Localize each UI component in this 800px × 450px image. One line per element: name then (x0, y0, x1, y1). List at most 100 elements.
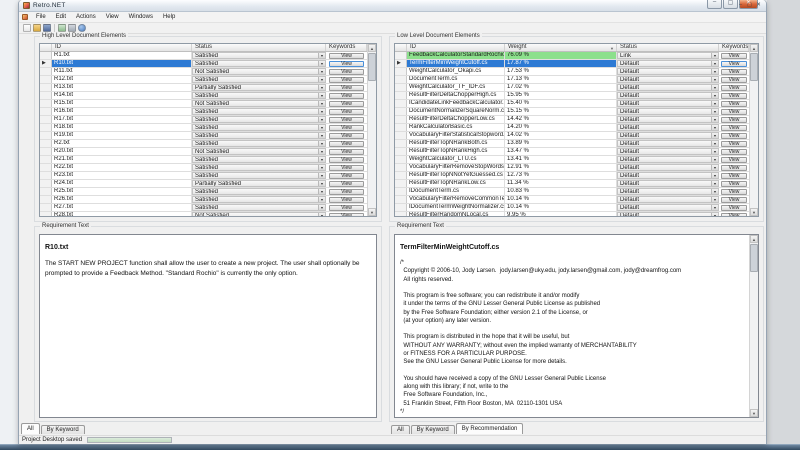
dropdown-arrow-icon[interactable]: ▼ (318, 101, 325, 106)
row-header[interactable]: ▶ (40, 76, 52, 83)
cell-weight[interactable]: 15.40 % (505, 100, 617, 107)
cell-weight[interactable]: 10.14 % (505, 204, 617, 211)
dropdown-arrow-icon[interactable]: ▼ (711, 197, 718, 202)
table-row[interactable]: ▶ IDocumentTermWeightNormalizer.cs 10.14… (395, 204, 749, 212)
row-header[interactable]: ▶ (395, 52, 407, 59)
view-keywords-button[interactable]: View (721, 53, 746, 59)
title-bar[interactable]: Retro.NET – ▢ ✕ (19, 0, 766, 12)
menu-item[interactable]: Actions (71, 12, 101, 22)
dropdown-arrow-icon[interactable]: ▼ (711, 165, 718, 170)
column-header-keywords[interactable]: Keywords (719, 44, 749, 51)
row-header[interactable]: ▶ (40, 60, 52, 67)
dropdown-arrow-icon[interactable]: ▼ (711, 173, 718, 178)
cell-weight[interactable]: 13.41 % (505, 156, 617, 163)
dropdown-arrow-icon[interactable]: ▼ (711, 53, 718, 58)
status-dropdown[interactable]: Default▼ (617, 188, 719, 195)
row-header[interactable]: ▶ (395, 132, 407, 139)
view-keywords-button[interactable]: View (721, 205, 746, 211)
view-keywords-button[interactable]: View (721, 141, 746, 147)
dropdown-arrow-icon[interactable]: ▼ (318, 133, 325, 138)
table-row[interactable]: ▶ R10.txt Satisfied▼ View (40, 60, 367, 68)
row-header[interactable]: ▶ (395, 100, 407, 107)
table-row[interactable]: ▶ VocabularyFilterRemoveCommonTermsDocFr… (395, 196, 749, 204)
cell-id[interactable]: R23.txt (52, 172, 192, 179)
table-row[interactable]: ▶ R22.txt Satisfied▼ View (40, 164, 367, 172)
table-row[interactable]: ▶ R11.txt Not Satisfied▼ View (40, 68, 367, 76)
row-header[interactable]: ▶ (395, 172, 407, 179)
row-header[interactable]: ▶ (40, 132, 52, 139)
scroll-down-icon[interactable]: ▼ (368, 208, 376, 216)
status-dropdown[interactable]: Satisfied▼ (192, 124, 326, 131)
status-dropdown[interactable]: Default▼ (617, 164, 719, 171)
cell-id[interactable]: R13.txt (52, 84, 192, 91)
status-dropdown[interactable]: Satisfied▼ (192, 164, 326, 171)
view-keywords-button[interactable]: View (721, 149, 746, 155)
row-header[interactable]: ▶ (40, 52, 52, 59)
cell-id[interactable]: IDocumentTermWeightNormalizer.cs (407, 204, 505, 211)
table-row[interactable]: ▶ R24.txt Partially Satisfied▼ View (40, 180, 367, 188)
status-dropdown[interactable]: Default▼ (617, 100, 719, 107)
cell-id[interactable]: R14.txt (52, 92, 192, 99)
status-dropdown[interactable]: Satisfied▼ (192, 132, 326, 139)
view-keywords-button[interactable]: View (329, 141, 363, 147)
dropdown-arrow-icon[interactable]: ▼ (318, 141, 325, 146)
dropdown-arrow-icon[interactable]: ▼ (318, 189, 325, 194)
status-dropdown[interactable]: Default▼ (617, 140, 719, 147)
cell-id[interactable]: ResultFilterDeltaChopperLow.cs (407, 116, 505, 123)
table-row[interactable]: ▶ ResultFilterTopNRankBoth.cs 13.89 % De… (395, 140, 749, 148)
minimize-button[interactable]: – (707, 0, 722, 9)
view-keywords-button[interactable]: View (721, 181, 746, 187)
dropdown-arrow-icon[interactable]: ▼ (318, 149, 325, 154)
view-keywords-button[interactable]: View (721, 165, 746, 171)
cell-weight[interactable]: 17.53 % (505, 68, 617, 75)
cell-weight[interactable]: 13.89 % (505, 140, 617, 147)
row-header[interactable]: ▶ (40, 100, 52, 107)
status-dropdown[interactable]: Default▼ (617, 76, 719, 83)
status-dropdown[interactable]: Default▼ (617, 180, 719, 187)
row-header[interactable]: ▶ (40, 116, 52, 123)
view-keywords-button[interactable]: View (329, 189, 363, 195)
status-dropdown[interactable]: Partially Satisfied▼ (192, 84, 326, 91)
status-dropdown[interactable]: Default▼ (617, 116, 719, 123)
view-keywords-button[interactable]: View (721, 61, 746, 67)
status-dropdown[interactable]: Default▼ (617, 148, 719, 155)
row-header[interactable]: ▶ (40, 124, 52, 131)
row-header[interactable]: ▶ (40, 148, 52, 155)
status-dropdown[interactable]: Default▼ (617, 84, 719, 91)
table-row[interactable]: ▶ R20.txt Not Satisfied▼ View (40, 148, 367, 156)
view-keywords-button[interactable]: View (329, 125, 363, 131)
cell-weight[interactable]: 14.20 % (505, 124, 617, 131)
row-header[interactable]: ▶ (395, 188, 407, 195)
row-header[interactable]: ▶ (395, 92, 407, 99)
table-row[interactable]: ▶ R26.txt Satisfied▼ View (40, 196, 367, 204)
scroll-up-icon[interactable]: ▲ (750, 235, 758, 243)
cell-id[interactable]: IDocumentTerm.cs (407, 188, 505, 195)
row-header[interactable]: ▶ (40, 108, 52, 115)
menu-item[interactable]: View (101, 12, 124, 22)
cell-id[interactable]: FeedbackCalculatorStandardRochio.cs (407, 52, 505, 59)
view-keywords-button[interactable]: View (721, 133, 746, 139)
table-row[interactable]: ▶ R14.txt Satisfied▼ View (40, 92, 367, 100)
row-header[interactable]: ▶ (40, 84, 52, 91)
cell-id[interactable]: R2.txt (52, 140, 192, 147)
cell-id[interactable]: WeightCalculator_TF_IDF.cs (407, 84, 505, 91)
table-row[interactable]: ▶ RankCalculatorBasic.cs 14.20 % Default… (395, 124, 749, 132)
row-header[interactable]: ▶ (395, 164, 407, 171)
dropdown-arrow-icon[interactable]: ▼ (318, 53, 325, 58)
status-dropdown[interactable]: Satisfied▼ (192, 92, 326, 99)
cell-id[interactable]: ResultFilterTopNRankLow.cs (407, 180, 505, 187)
status-dropdown[interactable]: Default▼ (617, 204, 719, 211)
requirement-text-left-area[interactable]: R10.txt The START NEW PROJECT function s… (39, 234, 377, 418)
cell-id[interactable]: ResultFilterRandomNLocal.cs (407, 212, 505, 217)
cell-id[interactable]: RankCalculatorBasic.cs (407, 124, 505, 131)
view-keywords-button[interactable]: View (329, 133, 363, 139)
dropdown-arrow-icon[interactable]: ▼ (711, 61, 718, 66)
row-header[interactable]: ▶ (40, 196, 52, 203)
cell-weight[interactable]: 10.14 % (505, 196, 617, 203)
column-header-weight[interactable]: Weight▼ (505, 44, 617, 51)
cell-id[interactable]: DocumentNormalizerSquareNorm.cs (407, 108, 505, 115)
dropdown-arrow-icon[interactable]: ▼ (711, 109, 718, 114)
dropdown-arrow-icon[interactable]: ▼ (711, 157, 718, 162)
help-icon[interactable] (78, 24, 86, 32)
table-row[interactable]: ▶ WeightCalculator_LTU.cs 13.41 % Defaul… (395, 156, 749, 164)
